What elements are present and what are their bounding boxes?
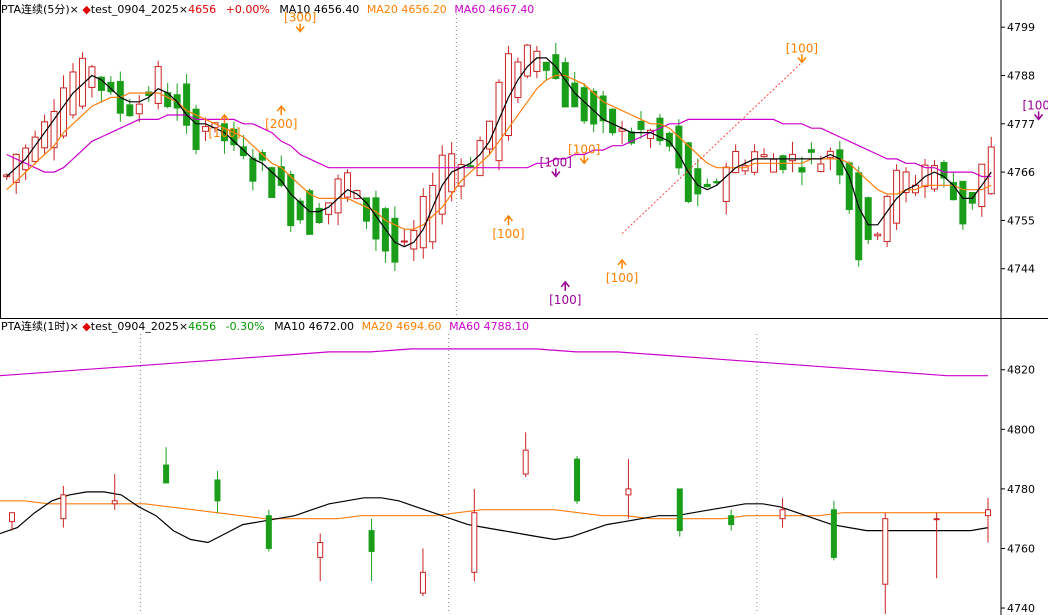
candle-body — [249, 157, 257, 182]
candle-body — [542, 61, 550, 71]
candle-body — [467, 165, 475, 168]
candle-body — [522, 449, 529, 475]
candle-body — [419, 571, 426, 594]
y-tick-label: 4740 — [1007, 602, 1035, 615]
candle-body — [317, 542, 324, 558]
candle-body — [111, 500, 118, 505]
candle-body — [495, 81, 503, 162]
candle-body — [625, 488, 632, 496]
candle-body — [126, 104, 134, 117]
candle-body — [135, 103, 143, 115]
y-tick-label: 4780 — [1007, 483, 1035, 496]
ma60-line — [0, 348, 988, 377]
candle-body — [306, 190, 314, 235]
candle-body — [722, 166, 730, 202]
candle-body — [779, 155, 787, 170]
order-annotation: [200] — [265, 117, 297, 131]
candle-body — [676, 488, 683, 532]
candle-body — [788, 153, 796, 162]
up-arrow-icon — [503, 214, 514, 225]
candle-body — [344, 172, 352, 198]
y-tick-label: 4755 — [1007, 214, 1035, 227]
candle-body — [874, 233, 882, 237]
candle-body — [60, 494, 67, 520]
order-annotation: [100] — [208, 126, 240, 140]
down-arrow-icon — [797, 54, 807, 64]
up-arrow-icon — [560, 280, 570, 291]
up-arrow-icon — [617, 258, 627, 269]
candle-body — [694, 168, 702, 195]
candle-body — [265, 515, 272, 549]
up-arrow-icon — [276, 105, 286, 116]
candle-body — [590, 90, 598, 125]
candle-body — [882, 518, 889, 585]
candle-body — [523, 44, 531, 77]
candle-body — [533, 50, 541, 72]
candle-body — [845, 162, 853, 211]
candle-body — [959, 180, 967, 225]
y-tick-label: 4799 — [1007, 21, 1035, 34]
candle-body — [817, 163, 825, 173]
candle-body — [830, 509, 837, 558]
candle-body — [883, 195, 891, 243]
candle-body — [561, 62, 569, 108]
candle-body — [864, 197, 872, 240]
y-tick-label: 4766 — [1007, 166, 1035, 179]
candle-body — [728, 515, 735, 526]
candle-body — [985, 509, 991, 517]
candle-body — [779, 509, 786, 520]
y-tick-label: 4800 — [1007, 423, 1035, 436]
ma10-line — [0, 491, 989, 544]
y-tick-label: 4777 — [1007, 118, 1035, 131]
candle-body — [154, 66, 162, 104]
trend-line — [621, 61, 803, 234]
candle-body — [770, 158, 778, 173]
candle-body — [807, 149, 815, 153]
candle-body — [60, 87, 68, 137]
candle-body — [163, 464, 170, 484]
down-arrow-icon — [1034, 111, 1044, 121]
order-annotation: [100] — [549, 293, 581, 307]
candle-body — [214, 479, 221, 502]
candle-body — [798, 167, 806, 173]
candle-body — [751, 151, 759, 173]
order-annotation: [100] — [786, 41, 818, 55]
candle-body — [368, 530, 375, 552]
candle-body — [400, 240, 408, 243]
y-tick-label: 4744 — [1007, 263, 1035, 276]
candle-body — [855, 172, 863, 261]
ma20-line — [0, 500, 988, 520]
y-tick-label: 4760 — [1007, 542, 1035, 555]
order-annotation: [100] — [606, 271, 638, 285]
down-arrow-icon — [295, 23, 305, 33]
candle-body — [9, 512, 15, 523]
down-arrow-icon — [551, 168, 561, 178]
order-annotation: [100] — [492, 227, 524, 241]
candle-body — [476, 140, 484, 177]
down-arrow-icon — [579, 155, 589, 165]
order-annotation: [100] — [540, 155, 572, 169]
order-annotation: [100] — [1022, 98, 1048, 112]
candle-body — [703, 183, 711, 188]
candle-body — [637, 120, 645, 130]
candle-body — [183, 83, 191, 126]
candle-body — [609, 108, 617, 134]
chart-canvas[interactable]: 4799 4788 4777 4766 4755 4744 [300] [100] [200] [… — [0, 0, 1048, 615]
candle-body — [675, 125, 683, 169]
candle-body — [287, 173, 295, 227]
candle-body — [933, 518, 940, 521]
y-tick-label: 4788 — [1007, 69, 1035, 82]
up-arrow-icon — [219, 113, 230, 124]
order-annotation: [300] — [284, 11, 316, 25]
order-annotation: [100] — [568, 142, 600, 156]
candle-body — [760, 154, 768, 158]
candle-body — [471, 512, 478, 573]
y-tick-label: 4820 — [1007, 364, 1035, 377]
candle-body — [574, 458, 581, 502]
